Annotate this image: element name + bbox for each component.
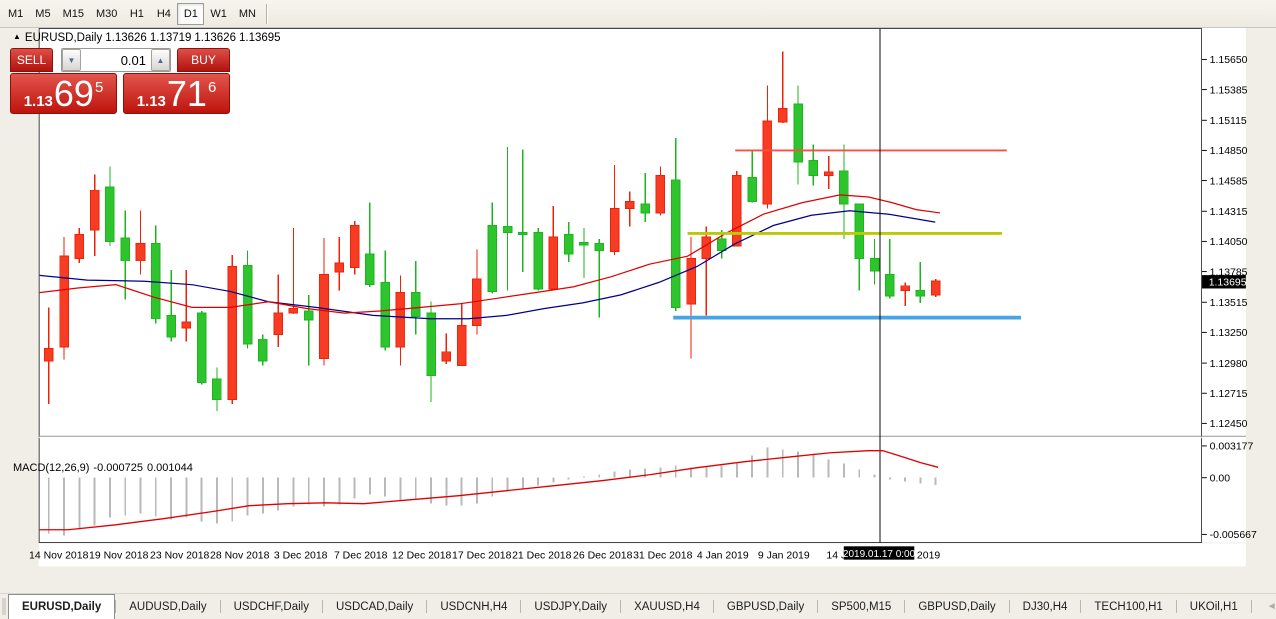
chart-tab-bar: EURUSD,DailyAUDUSD,DailyUSDCHF,DailyUSDC… xyxy=(0,593,1276,619)
date-axis-labels: 14 Nov 201819 Nov 201823 Nov 201828 Nov … xyxy=(29,551,940,562)
svg-text:0.00: 0.00 xyxy=(1210,474,1231,485)
svg-text:1.13250: 1.13250 xyxy=(1210,328,1248,339)
sell-button[interactable]: SELL xyxy=(10,48,53,72)
svg-text:2019: 2019 xyxy=(917,551,940,562)
volume-input[interactable] xyxy=(81,49,151,71)
buy-button[interactable]: BUY xyxy=(177,48,230,72)
buy-price-pip: 6 xyxy=(208,80,216,95)
open-value: 1.13626 xyxy=(105,32,147,44)
timeframe-button-h4[interactable]: H4 xyxy=(150,3,177,25)
svg-text:1.14585: 1.14585 xyxy=(1210,176,1248,187)
svg-text:1.14050: 1.14050 xyxy=(1210,237,1248,248)
sell-price-prefix: 1.13 xyxy=(24,94,53,109)
chart-tab-eurusd-daily[interactable]: EURUSD,Daily xyxy=(8,594,115,619)
timeframe-button-mn[interactable]: MN xyxy=(233,3,262,25)
chart-tab-usdcad-daily[interactable]: USDCAD,Daily xyxy=(323,594,426,619)
volume-increase-button[interactable]: ▲ xyxy=(151,49,170,71)
svg-text:1.15115: 1.15115 xyxy=(1210,116,1247,127)
buy-quote-box[interactable]: 1.13 71 6 xyxy=(123,73,230,114)
svg-text:1.12715: 1.12715 xyxy=(1210,389,1248,400)
chart-tab-usdcnh-h4[interactable]: USDCNH,H4 xyxy=(427,594,520,619)
svg-text:1.14850: 1.14850 xyxy=(1210,146,1248,157)
date-marker-text: 2019.01.17 0:00 xyxy=(843,549,916,560)
close-value: 1.13695 xyxy=(239,32,281,44)
timeframe-button-w1[interactable]: W1 xyxy=(204,3,233,25)
toolbar-separator xyxy=(266,4,268,24)
macd-value2: 0.001044 xyxy=(147,462,193,474)
macd-value1: -0.000725 xyxy=(93,462,143,474)
chart-tab-gbpusd-daily[interactable]: GBPUSD,Daily xyxy=(714,594,817,619)
chart-tab-sp500-m15[interactable]: SP500,M15 xyxy=(818,594,904,619)
symbol-period-label: EURUSD,Daily xyxy=(25,32,102,44)
svg-text:21 Dec 2018: 21 Dec 2018 xyxy=(512,551,572,562)
sell-price-pip: 5 xyxy=(95,80,103,95)
svg-text:3 Dec 2018: 3 Dec 2018 xyxy=(274,551,328,562)
ohlc-header: ▲EURUSD,Daily1.136261.137191.136261.1369… xyxy=(13,32,284,44)
chart-tab-usdjpy-daily[interactable]: USDJPY,Daily xyxy=(521,594,620,619)
volume-decrease-button[interactable]: ▼ xyxy=(62,49,81,71)
high-value: 1.13719 xyxy=(150,32,192,44)
svg-text:-0.005667: -0.005667 xyxy=(1210,530,1257,541)
svg-text:1.15385: 1.15385 xyxy=(1210,85,1248,96)
sell-price-big: 69 xyxy=(54,79,94,109)
tabs-scroll-left-icon[interactable]: ◄ xyxy=(1262,601,1276,612)
timeframe-button-d1[interactable]: D1 xyxy=(177,3,204,25)
svg-text:19 Nov 2018: 19 Nov 2018 xyxy=(89,551,149,562)
chart-tab-tech100-h1[interactable]: TECH100,H1 xyxy=(1081,594,1175,619)
timeframe-button-m5[interactable]: M5 xyxy=(29,3,56,25)
buy-price-prefix: 1.13 xyxy=(137,94,166,109)
svg-text:4 Jan 2019: 4 Jan 2019 xyxy=(697,551,749,562)
timeframe-toolbar: M1M5M15M30H1H4D1W1MN xyxy=(0,0,1276,28)
timeframe-button-h1[interactable]: H1 xyxy=(123,3,150,25)
tabbar-grip[interactable] xyxy=(2,598,6,615)
timeframe-button-m1[interactable]: M1 xyxy=(2,3,29,25)
sell-quote-box[interactable]: 1.13 69 5 xyxy=(10,73,117,114)
chart-tab-ukoil-h1[interactable]: UKOil,H1 xyxy=(1177,594,1251,619)
chart-tab-usdchf-daily[interactable]: USDCHF,Daily xyxy=(221,594,322,619)
svg-text:31 Dec 2018: 31 Dec 2018 xyxy=(633,551,693,562)
chart-tab-audusd-daily[interactable]: AUDUSD,Daily xyxy=(116,594,219,619)
svg-text:1.14315: 1.14315 xyxy=(1210,207,1248,218)
tabs-host: EURUSD,DailyAUDUSD,DailyUSDCHF,DailyUSDC… xyxy=(8,594,1251,619)
collapse-triangle-icon[interactable]: ▲ xyxy=(13,32,21,41)
svg-text:28 Nov 2018: 28 Nov 2018 xyxy=(210,551,270,562)
svg-text:23 Nov 2018: 23 Nov 2018 xyxy=(150,551,210,562)
timeframe-button-m15[interactable]: M15 xyxy=(57,3,90,25)
current-price-tag-text: 1.13695 xyxy=(1209,278,1247,289)
svg-text:1.15650: 1.15650 xyxy=(1210,55,1248,66)
svg-text:17 Dec 2018: 17 Dec 2018 xyxy=(452,551,512,562)
svg-text:1.12980: 1.12980 xyxy=(1210,359,1248,370)
macd-indicator-label: MACD(12,26,9) -0.000725 0.001044 xyxy=(13,462,197,474)
chart-tab-xauusd-h4[interactable]: XAUUSD,H4 xyxy=(621,594,713,619)
buy-price-big: 71 xyxy=(167,79,207,109)
chart-tab-gbpusd-daily[interactable]: GBPUSD,Daily xyxy=(905,594,1008,619)
low-value: 1.13626 xyxy=(194,32,236,44)
macd-name: MACD(12,26,9) xyxy=(13,462,89,474)
svg-text:12 Dec 2018: 12 Dec 2018 xyxy=(392,551,452,562)
svg-text:14 Nov 2018: 14 Nov 2018 xyxy=(29,551,89,562)
tab-scroll-arrows: ◄ ► xyxy=(1251,594,1276,619)
chart-tab-dj30-h4[interactable]: DJ30,H4 xyxy=(1010,594,1081,619)
chart-window: 1.15650 1.15385 1.15115 1.14850 1.14585 1.143… xyxy=(0,28,1276,593)
svg-text:1.12450: 1.12450 xyxy=(1210,419,1248,430)
tab-separator xyxy=(1251,600,1252,613)
svg-text:26 Dec 2018: 26 Dec 2018 xyxy=(573,551,633,562)
timeframe-button-m30[interactable]: M30 xyxy=(90,3,123,25)
svg-text:9 Jan 2019: 9 Jan 2019 xyxy=(758,551,810,562)
svg-text:7 Dec 2018: 7 Dec 2018 xyxy=(334,551,388,562)
svg-text:0.003177: 0.003177 xyxy=(1210,442,1254,453)
volume-stepper: ▼ ▲ xyxy=(61,48,171,72)
one-click-trade-panel: SELL ▼ ▲ BUY 1.13 69 5 1.13 71 6 xyxy=(10,48,232,114)
svg-text:1.13515: 1.13515 xyxy=(1210,298,1248,309)
